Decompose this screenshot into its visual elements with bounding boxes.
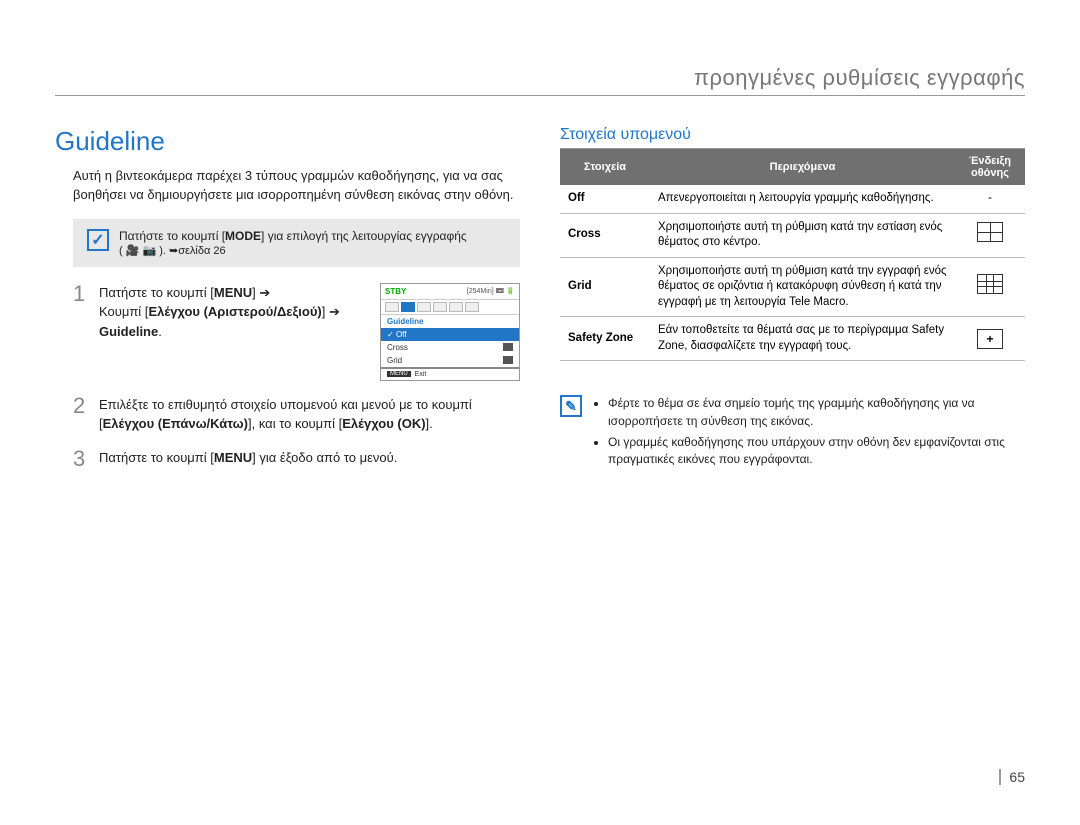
table-cell-item: Cross bbox=[560, 213, 650, 257]
table-cell-item: Safety Zone bbox=[560, 317, 650, 361]
left-column: Guideline Αυτή η βιντεοκάμερα παρέχει 3 … bbox=[55, 126, 520, 484]
note-text: Πατήστε το κουμπί [MODE] για επιλογή της… bbox=[119, 229, 467, 257]
lcd-tabs bbox=[381, 300, 519, 315]
step-2-text: Επιλέξτε το επιθυμητό στοιχείο υπομενού … bbox=[99, 395, 520, 434]
table-cell-indicator bbox=[955, 257, 1025, 317]
table-cell-desc: Χρησιμοποιήστε αυτή τη ρύθμιση κατά την … bbox=[650, 213, 955, 257]
grid-icon bbox=[977, 274, 1003, 294]
mode-note: Πατήστε το κουμπί [MODE] για επιλογή της… bbox=[73, 219, 520, 267]
lcd-stby-label: STBY bbox=[385, 287, 406, 296]
table-row: Off Απενεργοποιείται η λειτουργία γραμμή… bbox=[560, 185, 1025, 213]
lcd-tab bbox=[385, 302, 399, 312]
table-cell-indicator: - bbox=[955, 185, 1025, 213]
page-header: προηγμένες ρυθμίσεις εγγραφής bbox=[55, 65, 1025, 96]
tip-item: Οι γραμμές καθοδήγησης που υπάρχουν στην… bbox=[608, 434, 1025, 469]
lcd-screenshot: STBY [254Min] 📼 🔋 Guideline bbox=[380, 283, 520, 381]
table-cell-indicator bbox=[955, 213, 1025, 257]
cross-icon bbox=[977, 222, 1003, 242]
lcd-item-off: ✓ Off bbox=[381, 328, 519, 341]
step-number: 3 bbox=[73, 448, 85, 470]
table-cell-desc: Απενεργοποιείται η λειτουργία γραμμής κα… bbox=[650, 185, 955, 213]
two-column-layout: Guideline Αυτή η βιντεοκάμερα παρέχει 3 … bbox=[55, 126, 1025, 484]
table-cell-indicator: + bbox=[955, 317, 1025, 361]
step-1: 1 Πατήστε το κουμπί [MENU] ➔ Κουμπί [Ελέ… bbox=[73, 283, 520, 381]
step-number: 2 bbox=[73, 395, 85, 434]
camera-icon: ( 🎥 📷 ). ➥σελίδα 26 bbox=[119, 244, 226, 257]
right-column: Στοιχεία υπομενού Στοιχεία Περιεχόμενα Έ… bbox=[560, 126, 1025, 484]
safe-zone-icon: + bbox=[977, 329, 1003, 349]
submenu-title: Στοιχεία υπομενού bbox=[560, 126, 1025, 149]
lcd-tab bbox=[433, 302, 447, 312]
step-2: 2 Επιλέξτε το επιθυμητό στοιχείο υπομενο… bbox=[73, 395, 520, 434]
table-header-content: Περιεχόμενα bbox=[650, 149, 955, 185]
lcd-exit: MENU Exit bbox=[381, 369, 519, 380]
table-row: Grid Χρησιμοποιήστε αυτή τη ρύθμιση κατά… bbox=[560, 257, 1025, 317]
step-1-text: Πατήστε το κουμπί [MENU] ➔ Κουμπί [Ελέγχ… bbox=[99, 283, 364, 342]
table-header-indicator: Ένδειξη οθόνης bbox=[955, 149, 1025, 185]
step-number: 1 bbox=[73, 283, 85, 381]
page-number: 65 bbox=[999, 769, 1025, 785]
step-3: 3 Πατήστε το κουμπί [MENU] για έξοδο από… bbox=[73, 448, 520, 470]
table-cell-desc: Εάν τοποθετείτε τα θέματά σας με το περί… bbox=[650, 317, 955, 361]
lcd-menu-title: Guideline bbox=[381, 315, 519, 328]
lcd-tab bbox=[417, 302, 431, 312]
submenu-table: Στοιχεία Περιεχόμενα Ένδειξη οθόνης Off … bbox=[560, 149, 1025, 361]
table-row: Cross Χρησιμοποιήστε αυτή τη ρύθμιση κατ… bbox=[560, 213, 1025, 257]
table-row: Safety Zone Εάν τοποθετείτε τα θέματά σα… bbox=[560, 317, 1025, 361]
table-header-items: Στοιχεία bbox=[560, 149, 650, 185]
lcd-time: [254Min] 📼 🔋 bbox=[467, 287, 515, 295]
lcd-tab-active bbox=[401, 302, 415, 312]
steps-list: 1 Πατήστε το κουμπί [MENU] ➔ Κουμπί [Ελέ… bbox=[55, 283, 520, 470]
check-icon bbox=[87, 229, 109, 251]
intro-text: Αυτή η βιντεοκάμερα παρέχει 3 τύπους γρα… bbox=[55, 167, 520, 205]
table-cell-item: Off bbox=[560, 185, 650, 213]
lcd-tab bbox=[449, 302, 463, 312]
step-3-text: Πατήστε το κουμπί [MENU] για έξοδο από τ… bbox=[99, 448, 520, 470]
lcd-item-grid: Grid bbox=[381, 354, 519, 367]
tips-block: Φέρτε το θέμα σε ένα σημείο τομής της γρ… bbox=[560, 395, 1025, 473]
tips-list: Φέρτε το θέμα σε ένα σημείο τομής της γρ… bbox=[592, 395, 1025, 473]
info-icon bbox=[560, 395, 582, 417]
lcd-tab bbox=[465, 302, 479, 312]
tip-item: Φέρτε το θέμα σε ένα σημείο τομής της γρ… bbox=[608, 395, 1025, 430]
lcd-item-cross: Cross bbox=[381, 341, 519, 354]
table-cell-desc: Χρησιμοποιήστε αυτή τη ρύθμιση κατά την … bbox=[650, 257, 955, 317]
table-cell-item: Grid bbox=[560, 257, 650, 317]
section-title: Guideline bbox=[55, 126, 520, 157]
